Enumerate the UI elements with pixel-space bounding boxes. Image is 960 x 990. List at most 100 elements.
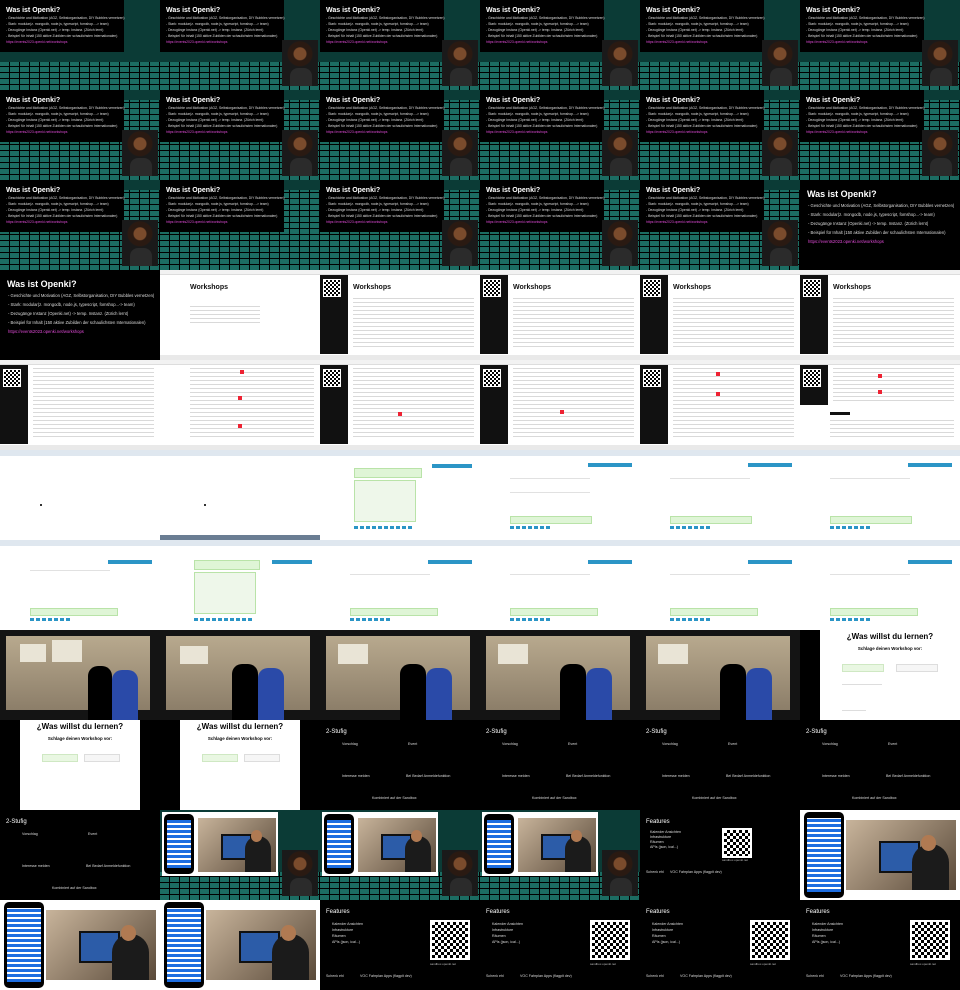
slide-title: Was ist Openki? [646,97,701,104]
slide-link[interactable]: https://events2023.openki.net/workshops [486,220,604,224]
divider [842,684,882,685]
slide-link[interactable]: https://events2023.openki.net/workshops [166,220,284,224]
frame-workshops-4: Workshops [640,270,800,360]
slide-link[interactable]: https://events2023.openki.net/workshops [486,40,604,44]
slide-bullet: - Dezugänge Instanz (Openki.net) -> temp… [326,208,424,212]
two-step-footer: Kombiniert auf der Sandbox [532,796,577,800]
frame-workshops-3: Workshops [480,270,640,360]
slide-link[interactable]: https://events2023.openki.net/workshops [486,130,604,134]
slide-link[interactable]: https://events2023.openki.net/workshops [166,40,284,44]
workshop-list [673,296,794,350]
frame-intro-1: Was ist Openki? - Geschichte und Motivat… [0,0,160,90]
submit-button[interactable] [908,463,952,467]
secondary-button[interactable] [244,754,280,762]
child [272,933,310,980]
submit-button[interactable] [428,560,472,564]
speaker-photo [282,40,318,86]
propose-button[interactable] [42,754,78,762]
pagination[interactable] [670,526,710,529]
step-event: Event [88,832,98,836]
pagination[interactable] [830,526,870,529]
submit-button[interactable] [272,560,312,564]
workshop-list [190,304,260,326]
frame-intro-fullscreen-1: Was ist Openki? - Geschichte und Motivat… [800,180,960,270]
pagination[interactable] [194,618,254,621]
kid-photo [518,818,596,872]
person-silhouette [400,664,426,720]
browser-toolbar [640,450,800,456]
slide-link[interactable]: https://events2023.openki.net/workshops [806,40,924,44]
phone-screen [7,908,41,982]
pagination[interactable] [670,618,710,621]
propose-button[interactable] [842,664,884,672]
submit-button[interactable] [108,560,152,564]
slide-bullet: - Stark: modular(z. mongodb, node.js, ty… [646,202,749,206]
slide-bullet: - Stark: modular(z. mongodb, node.js, ty… [6,22,109,26]
propose-button[interactable] [202,754,238,762]
speaker-photo [442,850,478,896]
speaker-photo [922,40,958,86]
frame-form-6 [800,450,960,540]
cross-mark-icon [238,396,242,400]
phone [804,812,844,898]
feature-item: Infrastrukture [332,928,354,932]
slide-bullet: - Stark: modular(z. mongodb, node.js, ty… [8,302,135,307]
feature-item: Räumen [332,934,346,938]
submit-button[interactable] [588,463,632,467]
secondary-button[interactable] [84,754,120,762]
slide-bullet: - Beispiel für Inhalt (150 aktive Zubild… [6,34,118,38]
slide-link[interactable]: https://events2023.openki.net/workshops [6,220,124,224]
slide-link[interactable]: https://events2023.openki.net/workshops [6,40,124,44]
lernen-title: ¿Was willst du lernen? [846,632,934,641]
frame-form-3 [320,450,480,540]
divider [670,574,750,575]
submit-button[interactable] [748,560,792,564]
frame-workshops-2: Workshops [320,270,480,360]
slide-bullet: - Dezugänge Instanz (Openki.net) -> temp… [486,118,584,122]
secondary-button[interactable] [896,664,938,672]
slide-link[interactable]: https://events2023.openki.net/workshops [808,239,960,244]
slide-link[interactable]: https://events2023.openki.net/workshops [646,220,764,224]
slide-link[interactable]: https://events2023.openki.net/workshops [326,130,444,134]
slide-bullet: - Geschichte und Motivation (AGZ, Selbst… [326,196,445,200]
pagination[interactable] [30,618,70,621]
slide-bullet: - Beispiel für Inhalt (150 aktive Zubild… [806,34,918,38]
slide-link[interactable]: https://events2023.openki.net/workshops [806,130,924,134]
pagination[interactable] [830,618,870,621]
submit-button[interactable] [908,560,952,564]
slide-link[interactable]: https://events2023.openki.net/workshops [8,329,160,334]
step-proposal: Vorschlag [502,742,518,746]
child [912,843,950,890]
submit-button[interactable] [432,464,472,468]
pagination[interactable] [354,526,414,529]
slide: Was ist Openki? - Geschichte und Motivat… [480,0,604,52]
slide-link[interactable]: https://events2023.openki.net/workshops [646,40,764,44]
workshop-list [353,296,474,350]
pagination[interactable] [350,618,390,621]
browser-toolbar [480,450,640,456]
step-interest: Interesse melden [22,864,50,868]
slide: Was ist Openki? - Geschichte und Motivat… [0,180,124,232]
confirm-banner [510,516,592,524]
slide-bullet: - Stark: modular(z. mongodb, node.js, ty… [326,202,429,206]
pagination[interactable] [510,618,550,621]
frame-intro-2: Was ist Openki? - Geschichte und Motivat… [160,0,320,90]
submit-button[interactable] [748,463,792,467]
qr-caption: sandbox.openki.net [750,962,777,966]
slide-bullet: - Stark: modular(z. mongodb, node.js, ty… [806,22,909,26]
slide-link[interactable]: https://events2023.openki.net/workshops [326,40,444,44]
frame-form-8 [160,540,320,630]
slide-title: Was ist Openki? [646,7,701,14]
frame-intro-12: Was ist Openki? - Geschichte und Motivat… [800,90,960,180]
slide-link[interactable]: https://events2023.openki.net/workshops [646,130,764,134]
slide-link[interactable]: https://events2023.openki.net/workshops [6,130,124,134]
slide-bullet: - Stark: modular(z. mongodb, node.js, ty… [166,202,269,206]
slide-link[interactable]: https://events2023.openki.net/workshops [326,220,444,224]
slide-link[interactable]: https://events2023.openki.net/workshops [166,130,284,134]
pagination[interactable] [510,526,550,529]
slide-title: Was ist Openki? [486,97,541,104]
two-step-footer: Kombiniert auf der Sandbox [852,796,897,800]
submit-button[interactable] [588,560,632,564]
qr-code-icon [430,920,470,960]
frame-photo-wall-3 [320,630,480,720]
